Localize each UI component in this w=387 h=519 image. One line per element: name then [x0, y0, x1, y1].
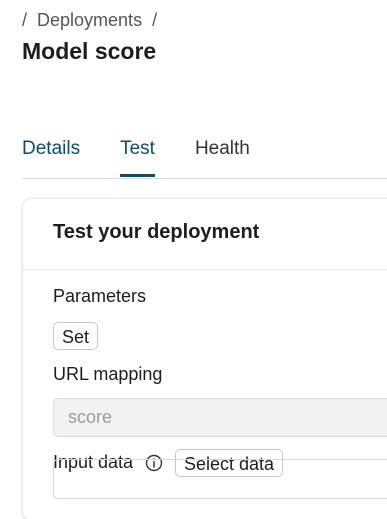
card-title: Test your deployment: [53, 221, 260, 243]
breadcrumb: / Deployments /: [22, 10, 157, 31]
tab-test[interactable]: Test: [120, 136, 155, 177]
url-mapping-label: URL mapping: [53, 364, 163, 384]
breadcrumb-separator: /: [22, 10, 28, 30]
card-header: Test your deployment: [23, 199, 387, 270]
test-deployment-card: Test your deployment Parameters Set URL …: [23, 199, 387, 519]
tab-health[interactable]: Health: [195, 136, 250, 176]
url-mapping-input[interactable]: score: [53, 398, 387, 437]
set-parameters-button[interactable]: Set: [53, 322, 99, 350]
page-title: Model score: [22, 38, 157, 64]
breadcrumb-separator: /: [152, 10, 158, 30]
tab-details[interactable]: Details: [22, 136, 80, 176]
parameters-label: Parameters: [53, 286, 147, 306]
tab-bar: Details Test Health: [22, 136, 387, 179]
breadcrumb-item-deployments[interactable]: Deployments: [37, 10, 142, 31]
input-data-field[interactable]: [53, 459, 387, 499]
